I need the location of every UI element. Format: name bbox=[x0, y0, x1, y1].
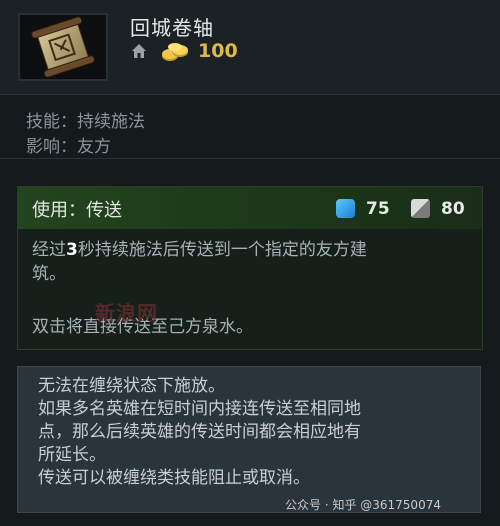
lore-line: 传送可以被缠绕类技能阻止或取消。 bbox=[38, 468, 310, 488]
item-header: 回城卷轴 100 bbox=[0, 0, 500, 94]
lore-line: 点，那么后续英雄的传送时间都会相应地有 bbox=[38, 422, 361, 442]
item-cost: 100 bbox=[198, 40, 238, 62]
desc-text: 经过 bbox=[32, 240, 66, 260]
item-icon-frame bbox=[18, 13, 108, 81]
divider bbox=[0, 158, 500, 159]
desc-text: 筑。 bbox=[32, 264, 66, 284]
stat-label: 影响： bbox=[26, 137, 77, 157]
lore-line: 所延长。 bbox=[38, 445, 106, 465]
stat-value: 持续施法 bbox=[77, 112, 145, 132]
ability-panel: 使用：传送 75 80 经过3秒持续施法后传送到一个指定的友方建 筑。 双击将直… bbox=[17, 186, 483, 350]
ability-header: 使用：传送 75 80 bbox=[18, 187, 482, 229]
lore-line: 如果多名英雄在短时间内接连传送至相同地 bbox=[38, 399, 361, 419]
gold-coins-icon bbox=[162, 43, 188, 61]
stat-label: 技能： bbox=[26, 112, 77, 132]
footer-watermark: 公众号 · 知乎 @361750074 bbox=[285, 498, 441, 512]
stat-ability-type: 技能：持续施法 bbox=[26, 107, 145, 132]
cooldown-value: 80 bbox=[441, 199, 465, 219]
ability-description: 经过3秒持续施法后传送到一个指定的友方建 筑。 bbox=[32, 238, 472, 286]
watermark: 新浪网 bbox=[95, 301, 158, 325]
mana-cost: 75 bbox=[366, 199, 390, 219]
item-name: 回城卷轴 bbox=[130, 16, 214, 40]
divider bbox=[0, 94, 500, 95]
lore-text: 无法在缠绕状态下施放。 如果多名英雄在短时间内接连传送至相同地 点，那么后续英雄… bbox=[38, 375, 470, 490]
lore-panel: 无法在缠绕状态下施放。 如果多名英雄在短时间内接连传送至相同地 点，那么后续英雄… bbox=[17, 366, 481, 513]
stat-value: 友方 bbox=[77, 137, 111, 157]
cooldown-icon bbox=[411, 199, 430, 218]
lore-line: 无法在缠绕状态下施放。 bbox=[38, 376, 225, 396]
scroll-icon bbox=[20, 15, 106, 79]
stat-affects: 影响：友方 bbox=[26, 132, 111, 157]
mana-icon bbox=[336, 199, 355, 218]
home-icon bbox=[132, 44, 146, 58]
ability-title: 使用：传送 bbox=[32, 200, 122, 221]
desc-text: 秒持续施法后传送到一个指定的友方建 bbox=[77, 240, 367, 260]
desc-number: 3 bbox=[66, 240, 78, 260]
